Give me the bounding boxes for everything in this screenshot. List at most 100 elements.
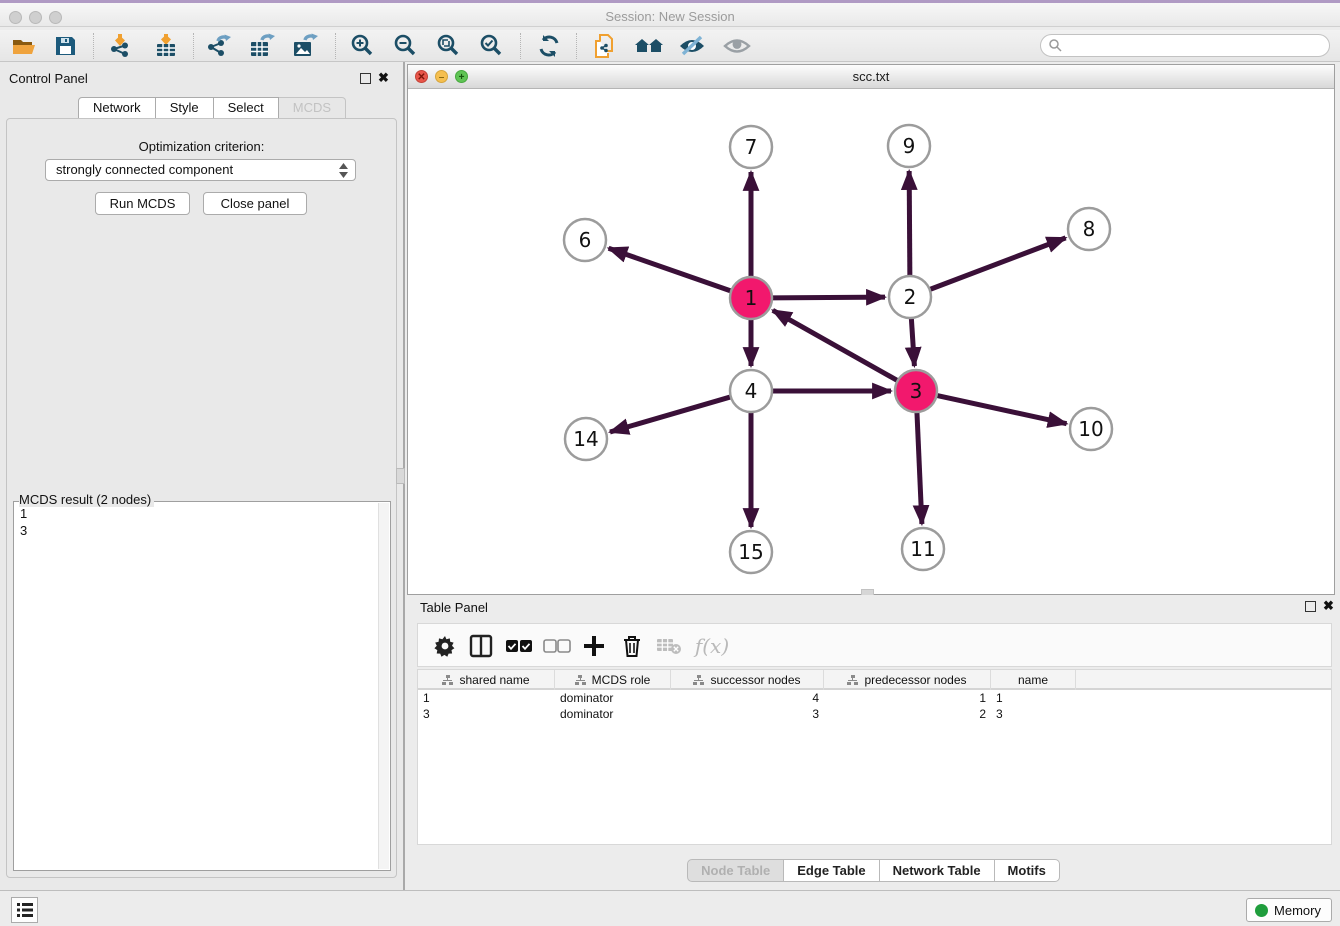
toolbar-separator xyxy=(193,33,194,59)
node-label-2: 2 xyxy=(904,285,917,309)
table-cell[interactable]: 1 xyxy=(418,690,555,706)
table-panel: Table Panel ✖ f(x) shared nameMCDS roles… xyxy=(407,595,1340,890)
table-tab-node-table[interactable]: Node Table xyxy=(687,859,784,882)
close-panel-button[interactable]: Close panel xyxy=(203,192,307,215)
run-mcds-button[interactable]: Run MCDS xyxy=(95,192,190,215)
table-cell[interactable]: 2 xyxy=(824,706,991,722)
column-header-successor-nodes[interactable]: successor nodes xyxy=(671,670,824,690)
close-table-panel-icon[interactable]: ✖ xyxy=(1323,599,1334,613)
node-label-6: 6 xyxy=(579,228,592,252)
sort-tree-icon xyxy=(575,675,586,685)
tab-style[interactable]: Style xyxy=(156,97,214,119)
float-panel-icon[interactable] xyxy=(360,73,371,84)
close-panel-icon[interactable]: ✖ xyxy=(378,71,389,85)
table-tab-network-table[interactable]: Network Table xyxy=(880,859,995,882)
zoom-selected-icon[interactable] xyxy=(477,32,507,60)
export-table-icon[interactable] xyxy=(247,32,277,60)
network-view-window: ✕ – + scc.txt 7968124314101511 xyxy=(407,64,1335,595)
save-session-icon[interactable] xyxy=(50,32,80,60)
network-canvas[interactable]: 7968124314101511 xyxy=(408,89,1334,594)
table-tab-motifs[interactable]: Motifs xyxy=(995,859,1060,882)
table-cell[interactable]: 3 xyxy=(418,706,555,722)
status-bar: Memory xyxy=(0,890,1340,926)
panel-divider-handle[interactable] xyxy=(396,468,405,484)
edge-3-11[interactable] xyxy=(917,411,922,524)
home-layout-icon[interactable] xyxy=(634,32,664,60)
tab-mcds[interactable]: MCDS xyxy=(279,97,346,119)
column-header-MCDS-role[interactable]: MCDS role xyxy=(555,670,671,690)
column-header-name[interactable]: name xyxy=(991,670,1076,690)
duplicate-network-icon[interactable] xyxy=(590,32,620,60)
split-columns-icon[interactable] xyxy=(466,631,496,661)
table-cell[interactable]: 1 xyxy=(824,690,991,706)
network-window-titlebar[interactable]: ✕ – + scc.txt xyxy=(408,65,1334,89)
node-label-7: 7 xyxy=(745,135,758,159)
mcds-result-group: MCDS result (2 nodes) 1 3 xyxy=(13,494,391,871)
import-network-icon[interactable] xyxy=(105,32,135,60)
column-label: successor nodes xyxy=(710,673,800,687)
refresh-view-icon[interactable] xyxy=(534,32,564,60)
open-folder-icon[interactable] xyxy=(8,32,38,60)
show-details-icon[interactable] xyxy=(722,32,752,60)
edge-2-3[interactable] xyxy=(911,317,914,366)
float-table-panel-icon[interactable] xyxy=(1305,601,1316,612)
memory-button[interactable]: Memory xyxy=(1246,898,1332,922)
sort-tree-icon xyxy=(847,675,858,685)
tab-network[interactable]: Network xyxy=(78,97,156,119)
table-row[interactable]: 3dominator323 xyxy=(418,706,1331,722)
edge-3-10[interactable] xyxy=(936,395,1067,423)
delete-column-icon[interactable] xyxy=(617,631,647,661)
sort-tree-icon xyxy=(442,675,453,685)
import-table-icon[interactable] xyxy=(151,32,181,60)
table-tabs: Node TableEdge TableNetwork TableMotifs xyxy=(407,859,1340,882)
table-tab-edge-table[interactable]: Edge Table xyxy=(784,859,879,882)
task-history-button[interactable] xyxy=(11,897,38,923)
edge-2-9[interactable] xyxy=(909,171,910,277)
list-icon xyxy=(16,902,34,918)
node-table[interactable]: shared nameMCDS role successor nodes prede… xyxy=(417,669,1332,845)
mcds-result-title: MCDS result (2 nodes) xyxy=(19,492,154,507)
select-all-rows-icon[interactable] xyxy=(504,631,534,661)
result-scrollbar[interactable] xyxy=(378,503,389,869)
column-header-predecessor-nodes[interactable]: predecessor nodes xyxy=(824,670,991,690)
memory-status-icon xyxy=(1255,904,1268,917)
main-toolbar xyxy=(0,30,1340,62)
zoom-out-icon[interactable] xyxy=(391,32,421,60)
zoom-in-icon[interactable] xyxy=(348,32,378,60)
tab-select[interactable]: Select xyxy=(214,97,279,119)
window-titlebar: Session: New Session xyxy=(0,0,1340,27)
table-panel-title: Table Panel xyxy=(420,600,488,615)
optimization-criterion-select[interactable]: strongly connected component xyxy=(45,159,356,181)
export-network-icon[interactable] xyxy=(204,32,234,60)
edge-2-8[interactable] xyxy=(929,238,1066,290)
table-cell[interactable]: 3 xyxy=(671,706,824,722)
control-panel-title: Control Panel xyxy=(9,71,88,86)
table-cell[interactable]: dominator xyxy=(555,706,671,722)
node-label-8: 8 xyxy=(1083,217,1096,241)
add-column-icon[interactable] xyxy=(579,631,609,661)
edge-4-14[interactable] xyxy=(610,397,732,432)
search-field[interactable] xyxy=(1040,34,1330,57)
node-label-10: 10 xyxy=(1078,417,1103,441)
table-cell[interactable]: 1 xyxy=(991,690,1076,706)
edge-1-2[interactable] xyxy=(771,297,885,298)
toolbar-separator xyxy=(520,33,521,59)
table-cell[interactable]: 4 xyxy=(671,690,824,706)
deselect-all-rows-icon[interactable] xyxy=(542,631,572,661)
hide-details-icon[interactable] xyxy=(677,32,707,60)
control-panel-tabs: Network Style Select MCDS xyxy=(78,97,346,119)
export-image-icon[interactable] xyxy=(290,32,320,60)
column-settings-icon[interactable] xyxy=(430,631,460,661)
column-label: name xyxy=(1018,673,1048,687)
zoom-fit-icon[interactable] xyxy=(434,32,464,60)
search-input[interactable] xyxy=(1063,37,1329,55)
optimization-criterion-value: strongly connected component xyxy=(56,162,233,177)
edge-3-1[interactable] xyxy=(773,310,899,381)
memory-label: Memory xyxy=(1274,903,1321,918)
edge-1-6[interactable] xyxy=(609,248,733,291)
column-header-shared-name[interactable]: shared name xyxy=(418,670,555,690)
table-cell[interactable]: 3 xyxy=(991,706,1076,722)
table-row[interactable]: 1dominator411 xyxy=(418,690,1331,706)
mcds-result-textarea[interactable]: 1 3 xyxy=(13,501,391,871)
table-cell[interactable]: dominator xyxy=(555,690,671,706)
